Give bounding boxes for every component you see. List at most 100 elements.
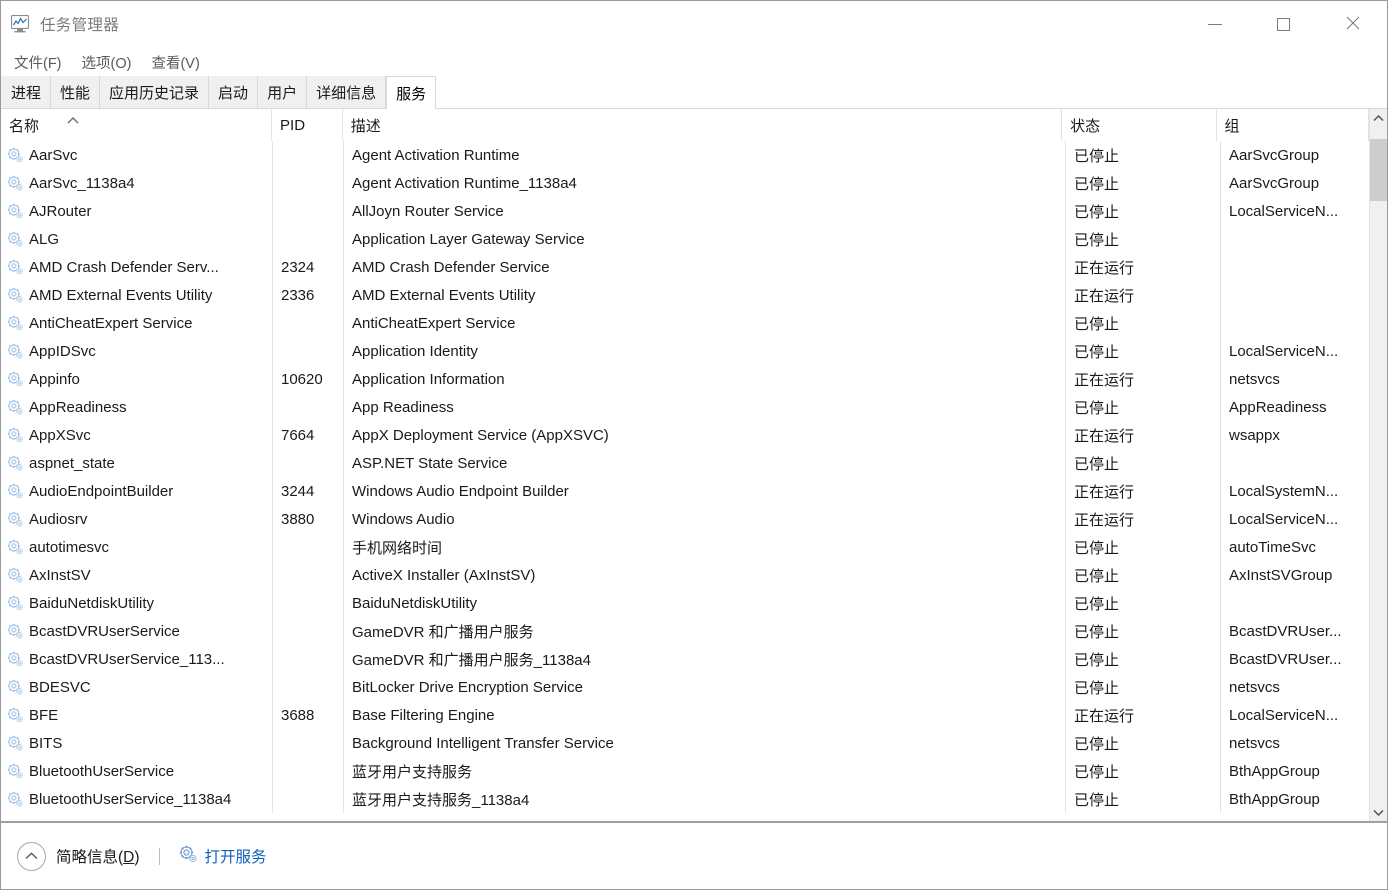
cell-desc: Base Filtering Engine [344, 701, 1066, 729]
tab-details[interactable]: 详细信息 [307, 76, 387, 108]
table-row[interactable]: ALG Application Layer Gateway Service 已停止 [1, 225, 1369, 253]
cell-status: 已停止 [1066, 197, 1221, 225]
table-row[interactable]: AarSvc Agent Activation Runtime 已停止 AarSvcG… [1, 141, 1369, 169]
cell-group: AarSvcGroup [1229, 146, 1320, 164]
cell-pid [273, 729, 344, 757]
cell-group: BthAppGroup [1229, 790, 1320, 808]
cell-group [1221, 253, 1369, 281]
cell-status: 已停止 [1066, 225, 1221, 253]
table-row[interactable]: BaiduNetdiskUtility BaiduNetdiskUtility 已停… [1, 589, 1369, 617]
services-table: 名称 PID 描述 状态 组 AarSvc Agent Activation Ru… [1, 109, 1369, 821]
table-row[interactable]: aspnet_state ASP.NET State Service 已停止 [1, 449, 1369, 477]
table-row[interactable]: AMD Crash Defender Serv... 2324 AMD Crash … [1, 253, 1369, 281]
cell-name: AxInstSV [1, 561, 273, 589]
cell-pid [273, 757, 344, 785]
table-row[interactable]: BcastDVRUserService_113... GameDVR 和广播用户服… [1, 645, 1369, 673]
tab-startup[interactable]: 启动 [209, 76, 259, 108]
scrollbar-thumb[interactable] [1370, 139, 1387, 201]
service-gear-icon [7, 511, 24, 528]
tab-app-history[interactable]: 应用历史记录 [100, 76, 210, 108]
cell-desc: 蓝牙用户支持服务_1138a4 [344, 785, 1066, 813]
table-row[interactable]: BluetoothUserService 蓝牙用户支持服务 已停止 BthAppGro… [1, 757, 1369, 785]
table-row[interactable]: AppReadiness App Readiness 已停止 AppReadiness [1, 393, 1369, 421]
cell-group [1221, 449, 1369, 477]
service-name-text: Appinfo [29, 370, 80, 388]
service-gear-icon [7, 707, 24, 724]
table-row[interactable]: AxInstSV ActiveX Installer (AxInstSV) 已停止 A… [1, 561, 1369, 589]
cell-status: 已停止 [1066, 393, 1221, 421]
cell-pid [273, 785, 344, 813]
service-name-text: AxInstSV [29, 566, 91, 584]
cell-status: 已停止 [1066, 645, 1221, 673]
cell-name: BFE [1, 701, 273, 729]
cell-desc: Background Intelligent Transfer Service [344, 729, 1066, 757]
table-row[interactable]: AppXSvc 7664 AppX Deployment Service (AppX… [1, 421, 1369, 449]
fewer-details-label[interactable]: 简略信息(D) [56, 845, 140, 867]
service-name-text: BDESVC [29, 678, 91, 696]
open-services-link[interactable]: 打开服务 [179, 845, 267, 868]
cell-group: BcastDVRUser... [1229, 622, 1342, 640]
cell-pid: 3244 [273, 477, 344, 505]
cell-name: BluetoothUserService [1, 757, 273, 785]
scroll-down-button[interactable] [1370, 803, 1387, 821]
cell-desc: Windows Audio Endpoint Builder [344, 477, 1066, 505]
tab-strip-filler [436, 76, 1387, 108]
table-row[interactable]: AMD External Events Utility 2336 AMD Exter… [1, 281, 1369, 309]
cell-name: AudioEndpointBuilder [1, 477, 273, 505]
cell-name: AarSvc [1, 141, 273, 169]
cell-status: 已停止 [1066, 169, 1221, 197]
cell-pid [273, 141, 344, 169]
menu-view[interactable]: 查看(V) [148, 50, 202, 75]
minimize-button[interactable] [1180, 1, 1249, 47]
close-button[interactable] [1318, 1, 1387, 47]
title-bar: 任务管理器 [1, 1, 1387, 47]
table-row[interactable]: Appinfo 10620 Application Information 正在运行 n… [1, 365, 1369, 393]
column-header-name[interactable]: 名称 [1, 109, 273, 141]
table-row[interactable]: BcastDVRUserService GameDVR 和广播用户服务 已停止 Bca… [1, 617, 1369, 645]
scroll-up-button[interactable] [1370, 109, 1387, 127]
cell-group: LocalServiceN... [1229, 706, 1339, 724]
table-row[interactable]: AppIDSvc Application Identity 已停止 LocalServ… [1, 337, 1369, 365]
cell-group: BcastDVRUser... [1229, 650, 1342, 668]
open-services-label[interactable]: 打开服务 [205, 845, 267, 867]
cell-status: 已停止 [1066, 757, 1221, 785]
status-separator [158, 847, 160, 865]
tab-processes[interactable]: 进程 [1, 76, 52, 108]
column-header-status[interactable]: 状态 [1062, 109, 1217, 141]
table-row[interactable]: AudioEndpointBuilder 3244 Windows Audio En… [1, 477, 1369, 505]
tab-users[interactable]: 用户 [258, 76, 308, 108]
table-row[interactable]: AntiCheatExpert Service AntiCheatExpert S… [1, 309, 1369, 337]
column-header-group[interactable]: 组 [1217, 109, 1369, 141]
table-row[interactable]: Audiosrv 3880 Windows Audio 正在运行 LocalServic… [1, 505, 1369, 533]
cell-desc: Application Identity [344, 337, 1066, 365]
tab-performance[interactable]: 性能 [51, 76, 101, 108]
service-name-text: BaiduNetdiskUtility [29, 594, 155, 612]
maximize-icon [1277, 17, 1290, 31]
service-name-text: BcastDVRUserService_113... [29, 650, 225, 668]
table-row[interactable]: AarSvc_1138a4 Agent Activation Runtime_11… [1, 169, 1369, 197]
cell-group: BthAppGroup [1229, 762, 1320, 780]
table-row[interactable]: AJRouter AllJoyn Router Service 已停止 LocalSe… [1, 197, 1369, 225]
cell-name: BcastDVRUserService [1, 617, 273, 645]
maximize-button[interactable] [1249, 1, 1318, 47]
menu-options[interactable]: 选项(O) [79, 50, 135, 75]
table-row[interactable]: BITS Background Intelligent Transfer Serv… [1, 729, 1369, 757]
services-list-area: 名称 PID 描述 状态 组 AarSvc Agent Activation Ru… [1, 109, 1387, 823]
cell-group: LocalServiceN... [1229, 510, 1339, 528]
scrollbar-track[interactable] [1370, 127, 1387, 803]
menu-file[interactable]: 文件(F) [11, 50, 65, 75]
table-row[interactable]: BluetoothUserService_1138a4 蓝牙用户支持服务_1138… [1, 785, 1369, 813]
column-header-pid[interactable]: PID [272, 109, 343, 141]
column-header-description[interactable]: 描述 [343, 109, 1063, 141]
service-name-text: aspnet_state [29, 454, 115, 472]
fewer-details-button[interactable] [17, 841, 46, 871]
cell-status: 正在运行 [1066, 365, 1221, 393]
cell-status: 正在运行 [1066, 477, 1221, 505]
cell-group [1221, 309, 1369, 337]
cell-desc: 手机网络时间 [344, 533, 1066, 561]
table-row[interactable]: BFE 3688 Base Filtering Engine 正在运行 LocalSer… [1, 701, 1369, 729]
vertical-scrollbar[interactable] [1369, 109, 1387, 821]
table-row[interactable]: autotimesvc 手机网络时间 已停止 autoTimeSvc [1, 533, 1369, 561]
tab-services[interactable]: 服务 [386, 76, 437, 109]
table-row[interactable]: BDESVC BitLocker Drive Encryption Service… [1, 673, 1369, 701]
